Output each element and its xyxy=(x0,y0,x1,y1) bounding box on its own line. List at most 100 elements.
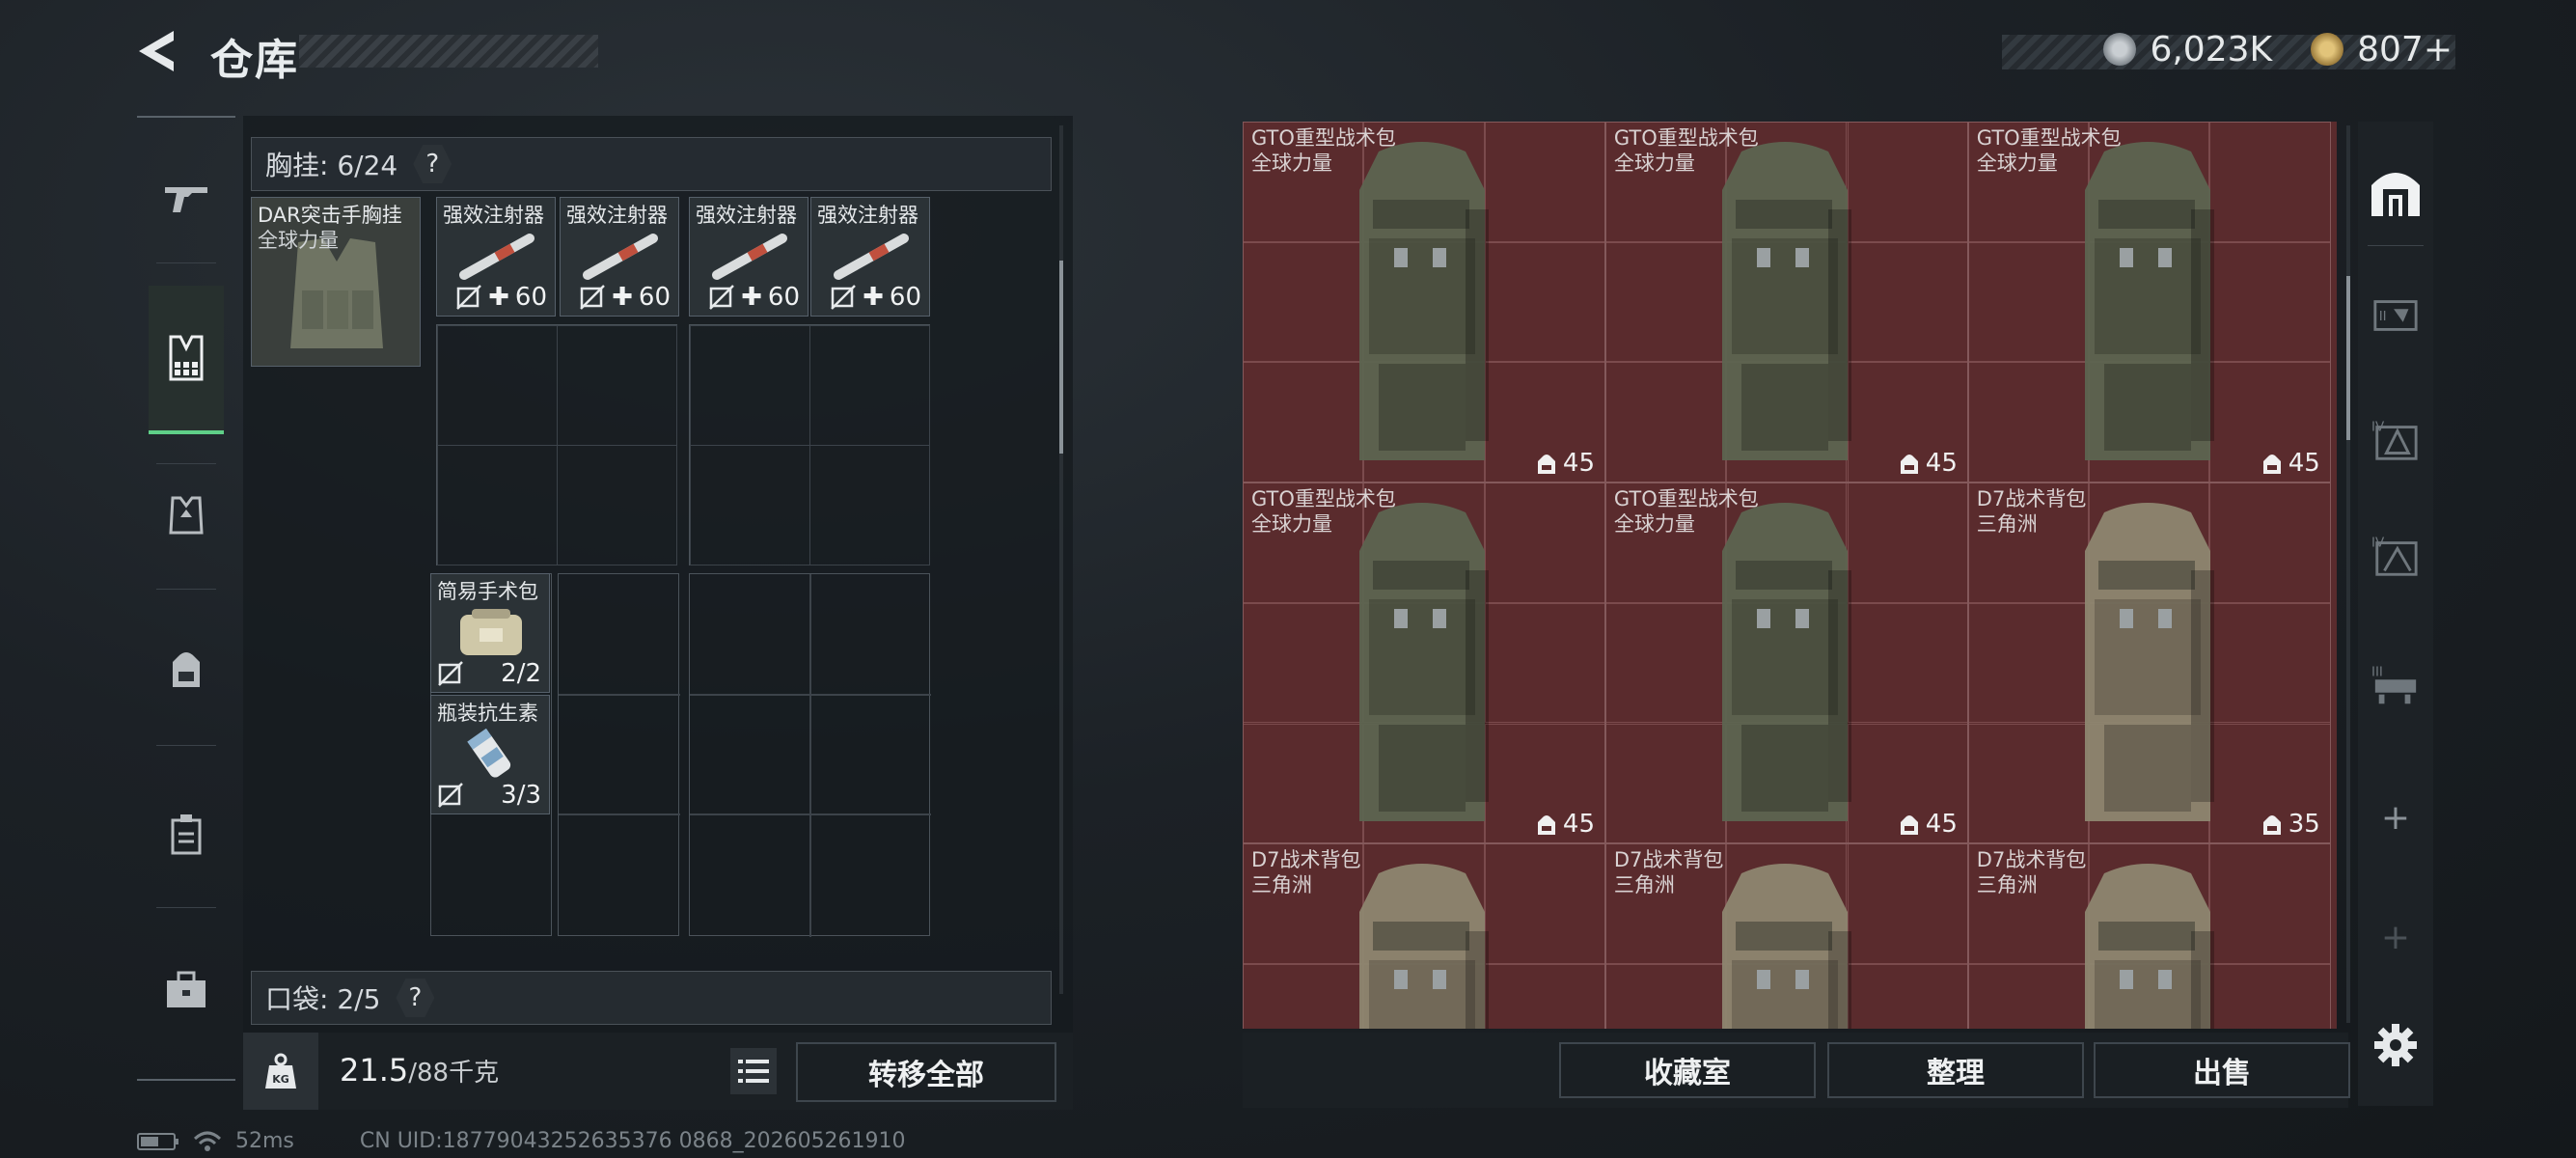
storage-tab-main[interactable] xyxy=(2368,164,2424,220)
nav-toolbox[interactable] xyxy=(149,948,224,1033)
nav-container[interactable] xyxy=(149,791,224,876)
equipped-chest-rig[interactable]: DAR突击手胸挂 全球力量 xyxy=(251,197,421,367)
item-name: 强效注射器 xyxy=(566,204,668,227)
rig-item-syringe[interactable]: 强效注射器 ✚ 60 xyxy=(810,197,930,317)
rig-item-syringe[interactable]: 强效注射器 ✚ 60 xyxy=(689,197,808,317)
warehouse-item-backpack[interactable]: GTO重型战术包 全球力量 45 xyxy=(1604,122,1968,482)
chest-rig-header: 胸挂: 6/24 ? xyxy=(251,137,1052,191)
nav-weapons[interactable] xyxy=(149,154,224,239)
backpack-icon xyxy=(1359,864,1489,1029)
back-arrow-icon[interactable] xyxy=(135,27,183,75)
item-name: 瓶装抗生素 xyxy=(437,702,538,725)
warehouse-grid[interactable]: GTO重型战术包 全球力量 45 GTO重型战术包 全球力量 45 GTO重型战术包 全球力量… xyxy=(1243,122,2337,1029)
warehouse-item-backpack[interactable]: GTO重型战术包 全球力量 45 xyxy=(1243,122,1605,482)
weight-icon: KG xyxy=(243,1033,318,1110)
page-title: 仓库 xyxy=(210,36,299,85)
warehouse-item-backpack[interactable]: D7战术背包 三角洲 xyxy=(1604,843,1968,1029)
rig-item-syringe[interactable]: 强效注射器 ✚ 60 xyxy=(560,197,679,317)
item-count: 3/3 xyxy=(437,781,541,810)
nav-backpack[interactable] xyxy=(149,627,224,712)
no-sell-icon xyxy=(456,285,481,310)
item-capacity: 45 xyxy=(1536,449,1595,478)
warehouse-item-backpack[interactable]: D7战术背包 三角洲 35 xyxy=(1967,482,2331,844)
collection-room-button[interactable]: 收藏室 xyxy=(1559,1042,1816,1098)
backpack-icon xyxy=(1359,142,1489,460)
capacity-icon xyxy=(1900,815,1918,836)
left-scroll-track[interactable] xyxy=(1059,125,1063,994)
capacity-value: 45 xyxy=(1925,449,1958,478)
transfer-all-button[interactable]: 转移全部 xyxy=(796,1042,1056,1102)
rig-grid-d[interactable] xyxy=(558,573,680,936)
capacity-icon xyxy=(1537,455,1555,474)
backpack-icon xyxy=(1721,864,1851,1029)
warehouse-item-backpack[interactable]: GTO重型战术包 全球力量 45 xyxy=(1967,122,2331,482)
settings-button[interactable] xyxy=(2371,1021,2420,1069)
item-capacity: 45 xyxy=(1536,810,1595,839)
chest-rig-help-button[interactable]: ? xyxy=(413,145,452,183)
rig-item-antibiotics[interactable]: 瓶装抗生素 3/3 xyxy=(430,695,550,814)
right-scroll-track[interactable] xyxy=(2346,125,2350,1023)
storage-tab-3[interactable]: IV xyxy=(2371,417,2420,465)
uid: CN UID:18779043252635376 0868_2026052619… xyxy=(359,1129,906,1153)
storage-nav: II IV IV III + + xyxy=(2358,122,2433,1106)
item-count-value: 60 xyxy=(767,283,800,312)
left-scroll-thumb[interactable] xyxy=(1059,261,1063,454)
organize-button[interactable]: 整理 xyxy=(1827,1042,2084,1098)
rig-item-syringe[interactable]: 强效注射器 ✚ 60 xyxy=(436,197,556,317)
list-icon xyxy=(738,1060,769,1083)
list-view-button[interactable] xyxy=(730,1048,777,1094)
sell-button[interactable]: 出售 xyxy=(2094,1042,2350,1098)
capacity-value: 45 xyxy=(1925,810,1958,840)
nav-armor[interactable] xyxy=(149,473,224,558)
capacity-value: 35 xyxy=(2288,810,2320,840)
pocket-label: 口袋: 2/5 xyxy=(265,983,381,1015)
item-sub: 全球力量 xyxy=(1613,512,1695,537)
silver-balance: 6,023K xyxy=(2150,29,2273,69)
storage-tab-5[interactable]: III xyxy=(2371,662,2420,710)
rig-item-surgery-kit[interactable]: 简易手术包 2/2 xyxy=(430,573,550,693)
syringe-icon xyxy=(834,234,909,280)
storage-tab-4[interactable]: IV xyxy=(2371,533,2420,581)
syringe-icon xyxy=(583,234,658,280)
capacity-icon xyxy=(2262,815,2281,836)
gun-icon xyxy=(165,187,207,212)
item-count: ✚ 60 xyxy=(579,283,671,312)
storage-ii-icon: II xyxy=(2373,300,2418,331)
add-storage-button[interactable]: + xyxy=(2371,793,2420,841)
tier-label: IV xyxy=(2371,536,2385,550)
toolbox-icon xyxy=(167,971,206,1007)
max-weight: /88千克 xyxy=(408,1059,500,1088)
gold-balance[interactable]: 807+ xyxy=(2357,30,2453,69)
pocket-help-button[interactable]: ? xyxy=(396,979,435,1017)
warehouse-item-backpack[interactable]: GTO重型战术包 全球力量 45 xyxy=(1243,482,1605,844)
nav-chest-rig[interactable] xyxy=(149,286,224,434)
silver-coin-icon xyxy=(2103,33,2137,66)
storage-iv-b-icon: IV xyxy=(2371,536,2418,576)
kg-label: KG xyxy=(272,1073,289,1086)
weight-bar: KG 21.5/88千克 转移全部 xyxy=(243,1033,1073,1110)
rig-grid-e[interactable] xyxy=(689,573,931,937)
item-name: 强效注射器 xyxy=(443,204,544,227)
item-capacity: 45 xyxy=(1899,810,1958,839)
item-count: ✚ 60 xyxy=(830,283,921,312)
storage-iii-icon: III xyxy=(2371,665,2417,704)
nav-top-line xyxy=(137,116,235,118)
rig-grid-b[interactable] xyxy=(689,324,930,565)
armor-vest-icon xyxy=(169,496,204,535)
tier-label: III xyxy=(2371,665,2383,679)
item-count-value: 60 xyxy=(514,283,547,312)
pocket-header[interactable]: 口袋: 2/5 ? xyxy=(251,971,1052,1025)
chest-rig-label: 胸挂: 6/24 xyxy=(265,150,398,181)
warehouse-item-backpack[interactable]: GTO重型战术包 全球力量 45 xyxy=(1604,482,1968,844)
item-count-value: 3/3 xyxy=(501,781,541,810)
gold-coin-icon xyxy=(2311,33,2344,66)
warehouse-item-backpack[interactable]: D7战术背包 三角洲 xyxy=(1967,843,2331,1029)
gear-icon xyxy=(2374,1024,2417,1066)
container-icon xyxy=(171,814,202,855)
backpack-icon xyxy=(2084,864,2214,1029)
right-scroll-thumb[interactable] xyxy=(2346,276,2350,440)
rig-grid-a[interactable] xyxy=(436,324,677,565)
storage-tab-2[interactable]: II xyxy=(2371,291,2420,340)
current-weight: 21.5 xyxy=(340,1052,409,1089)
warehouse-item-backpack[interactable]: D7战术背包 三角洲 xyxy=(1243,843,1605,1029)
